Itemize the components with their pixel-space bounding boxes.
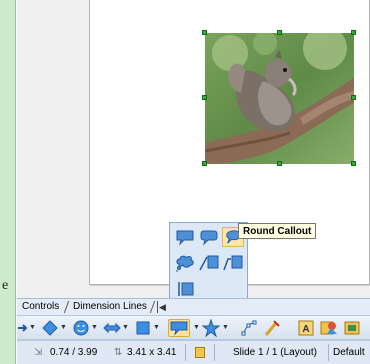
chevron-down-icon[interactable]: ▼ bbox=[153, 324, 160, 332]
selection-handle-top[interactable] bbox=[277, 30, 282, 35]
block-arrows-icon[interactable] bbox=[103, 319, 121, 337]
status-separator bbox=[328, 344, 329, 361]
line-callout-1-icon[interactable] bbox=[198, 253, 220, 273]
slide-pane-edge: e bbox=[0, 0, 16, 364]
scroll-left-icon[interactable]: ◀ bbox=[158, 301, 167, 313]
callouts-icon[interactable] bbox=[168, 319, 190, 337]
arrow-icon[interactable] bbox=[17, 319, 29, 337]
selection-handle-bottom-left[interactable] bbox=[202, 161, 207, 166]
chevron-down-icon[interactable]: ▼ bbox=[193, 324, 200, 332]
chevron-down-icon[interactable]: ▼ bbox=[222, 324, 229, 332]
status-bar: ⇲ 0.74 / 3.99 ⇅ 3.41 x 3.41 Slide 1 / 1 … bbox=[17, 340, 370, 364]
points-icon[interactable] bbox=[240, 319, 258, 337]
from-file-icon[interactable] bbox=[319, 319, 339, 337]
fontwork-icon[interactable]: A bbox=[297, 319, 315, 337]
rounded-rectangular-callout-icon[interactable] bbox=[198, 227, 220, 247]
flowchart-icon[interactable] bbox=[134, 319, 152, 337]
selection-handle-top-right[interactable] bbox=[351, 30, 356, 35]
basic-shapes-icon[interactable] bbox=[41, 319, 59, 337]
tooltip: Round Callout bbox=[238, 223, 317, 239]
position-icon: ⇲ bbox=[34, 347, 43, 358]
master-page-name[interactable]: Default bbox=[333, 346, 365, 359]
selection-handle-bottom[interactable] bbox=[277, 161, 282, 166]
status-separator bbox=[214, 344, 215, 361]
selection-handle-left[interactable] bbox=[202, 95, 207, 100]
tab-controls[interactable]: Controls bbox=[17, 299, 64, 315]
line-callout-3-icon[interactable] bbox=[174, 279, 196, 299]
chevron-down-icon[interactable]: ▼ bbox=[91, 324, 98, 332]
chevron-down-icon[interactable]: ▼ bbox=[29, 324, 36, 332]
line-callout-2-icon[interactable] bbox=[222, 253, 244, 273]
selection-handle-top-left[interactable] bbox=[202, 30, 207, 35]
pane-text-fragment: e bbox=[2, 278, 9, 293]
selection-handle-right[interactable] bbox=[351, 95, 356, 100]
tab-bar: Controls Dimension Lines ◀ bbox=[17, 298, 370, 315]
svg-text:A: A bbox=[302, 324, 309, 335]
chevron-down-icon[interactable]: ▼ bbox=[122, 324, 129, 332]
position-readout: 0.74 / 3.99 bbox=[50, 347, 98, 358]
slide-indicator: Slide 1 / 1 (Layout) bbox=[233, 347, 317, 358]
gallery-icon[interactable] bbox=[343, 319, 361, 337]
tab-dimension-lines[interactable]: Dimension Lines bbox=[68, 299, 152, 315]
selection-handle-bottom-right[interactable] bbox=[351, 161, 356, 166]
stars-icon[interactable] bbox=[201, 318, 221, 338]
glue-points-icon[interactable] bbox=[263, 319, 281, 337]
size-icon: ⇅ bbox=[114, 347, 123, 358]
cloud-callout-icon[interactable] bbox=[174, 253, 196, 273]
chevron-down-icon[interactable]: ▼ bbox=[60, 324, 67, 332]
size-readout: 3.41 x 3.41 bbox=[127, 347, 177, 358]
symbol-shapes-icon[interactable] bbox=[72, 319, 90, 337]
squirrel-photo[interactable] bbox=[205, 33, 354, 164]
status-separator bbox=[185, 344, 186, 361]
rectangular-callout-icon[interactable] bbox=[174, 227, 196, 247]
document-modified-icon[interactable] bbox=[195, 347, 205, 358]
drawing-toolbar: ▼ ▼ ▼ ▼ ▼ ▼ ▼ A bbox=[17, 315, 370, 340]
